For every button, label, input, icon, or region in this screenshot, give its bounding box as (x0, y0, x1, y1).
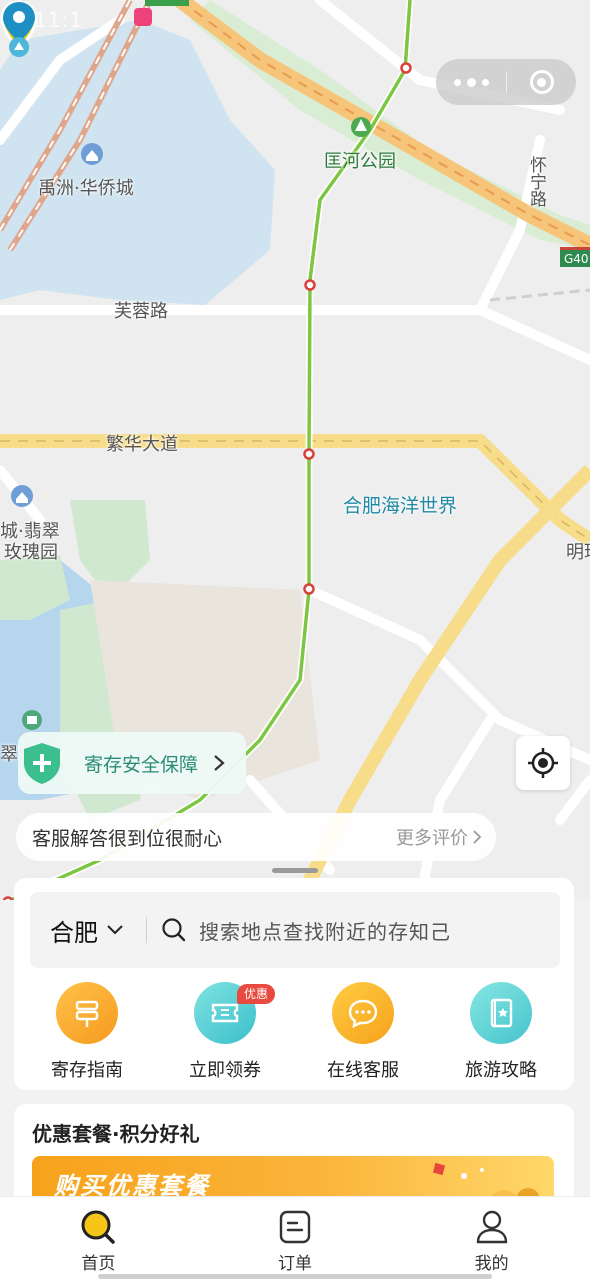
guidebook-icon (470, 982, 532, 1044)
tab-profile[interactable]: 我的 (393, 1197, 590, 1280)
review-ticker[interactable]: 客服解答很到位很耐心 更多评价 (16, 813, 496, 861)
safety-label: 寄存安全保障 (84, 753, 199, 776)
miniprogram-capsule (436, 59, 576, 105)
quick-get-coupon[interactable]: 优惠 立即领券 (165, 978, 285, 1086)
highway-shield-g40: G40 (560, 247, 590, 267)
bottom-tab-bar: 首页 订单 我的 (0, 1196, 590, 1280)
chevron-down-icon (107, 925, 123, 935)
shield-icon (24, 743, 60, 784)
chevron-right-icon (214, 755, 225, 771)
user-icon (476, 1210, 507, 1244)
map-label-rose-garden: 玫瑰园 (4, 542, 58, 563)
map-label-yuzhou: 禹洲·华侨城 (38, 178, 134, 199)
tab-orders[interactable]: 订单 (197, 1197, 394, 1280)
quick-label: 旅游攻略 (465, 1060, 537, 1081)
search-bar: 合肥 搜索地点查找附近的存知己 (30, 892, 560, 968)
search-placeholder: 搜索地点查找附近的存知己 (199, 919, 451, 944)
map-label-ming-partial: 明珠 (566, 542, 590, 563)
quick-label: 立即领券 (189, 1060, 261, 1081)
map-label-fanhua-avenue: 繁华大道 (106, 434, 178, 455)
city-name: 合肥 (50, 918, 98, 947)
city-selector[interactable]: 合肥 (30, 913, 146, 948)
quick-label: 寄存指南 (51, 1060, 123, 1081)
target-close-icon (529, 70, 554, 94)
status-bar: 11:1 (0, 0, 590, 40)
status-time: 11:1 (34, 8, 83, 32)
tab-label: 首页 (81, 1254, 116, 1274)
map-label-huaining-road: 怀宁路 (526, 156, 546, 207)
storage-safety-banner[interactable]: 寄存安全保障 (18, 732, 246, 794)
quick-label: 在线客服 (327, 1060, 399, 1081)
quick-actions: 寄存指南 优惠 立即领券 在线客服 旅游攻略 (14, 978, 574, 1086)
quick-storage-guide[interactable]: 寄存指南 (27, 978, 147, 1086)
package-title: 优惠套餐·积分好礼 (32, 1122, 200, 1146)
tab-home[interactable]: 首页 (0, 1197, 197, 1280)
locate-me-button[interactable] (516, 736, 570, 790)
review-text: 客服解答很到位很耐心 (32, 827, 223, 850)
chevron-right-icon (473, 830, 482, 844)
more-menu-button[interactable] (436, 59, 506, 105)
home-indicator (98, 1274, 492, 1279)
chat-bubble-icon (332, 982, 394, 1044)
home-search-icon (81, 1210, 116, 1244)
search-input[interactable]: 搜索地点查找附近的存知己 (161, 916, 451, 945)
quick-travel-guide[interactable]: 旅游攻略 (441, 978, 561, 1086)
signpost-icon (56, 982, 118, 1044)
crosshair-icon (528, 748, 558, 778)
sheet-drag-handle[interactable] (272, 868, 318, 873)
more-reviews-link[interactable]: 更多评价 (396, 824, 482, 850)
discount-badge: 优惠 (237, 984, 276, 1004)
search-card: 合肥 搜索地点查找附近的存知己 寄存指南 优惠 立即领券 在线客服 旅游攻略 (14, 878, 574, 1090)
order-list-icon (279, 1210, 311, 1244)
close-miniprogram-button[interactable] (507, 59, 576, 105)
tab-label: 订单 (278, 1254, 312, 1274)
more-reviews-label: 更多评价 (396, 828, 468, 849)
quick-online-support[interactable]: 在线客服 (303, 978, 423, 1086)
search-icon (162, 918, 186, 942)
map-label-aquarium[interactable]: 合肥海洋世界 (343, 491, 457, 518)
map-label-kuanghe-park: 匡河公园 (324, 151, 396, 172)
map-label-furong-road: 芙蓉路 (114, 301, 168, 322)
tab-label: 我的 (474, 1254, 509, 1274)
